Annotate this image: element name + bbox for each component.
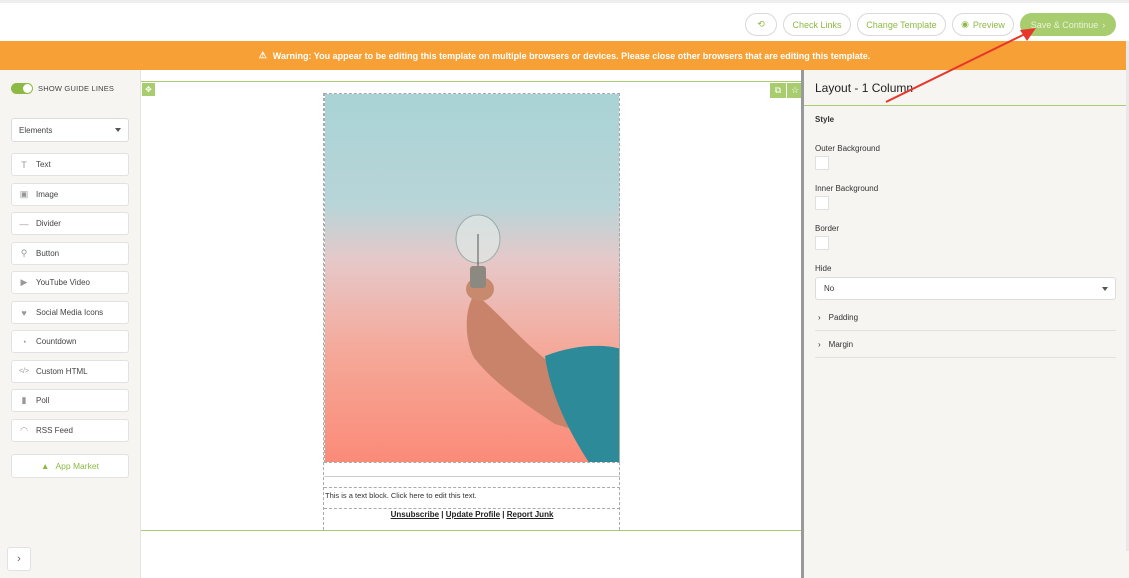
- app-market-button[interactable]: ▲ App Market: [11, 454, 129, 478]
- warning-banner: ⚠ Warning: You appear to be editing this…: [0, 41, 1129, 70]
- guide-lines-label: SHOW GUIDE LINES: [38, 84, 115, 93]
- check-links-button[interactable]: Check Links: [783, 13, 851, 36]
- youtube-icon: ▶: [20, 277, 28, 287]
- section-actions: ⧉ ☆: [769, 83, 803, 98]
- code-icon: </>: [18, 368, 30, 375]
- chevron-down-icon: [115, 128, 121, 132]
- outer-background-label: Outer Background: [815, 144, 880, 153]
- chevron-right-icon: ›: [818, 312, 821, 322]
- preview-button[interactable]: ◉ Preview: [952, 13, 1014, 36]
- style-heading: Style: [815, 115, 835, 124]
- bag-icon: ▲: [41, 461, 50, 471]
- element-youtube-video[interactable]: ▶ YouTube Video: [11, 271, 129, 294]
- element-custom-html[interactable]: </> Custom HTML: [11, 360, 129, 383]
- element-button[interactable]: ⚲ Button: [11, 242, 129, 265]
- element-image[interactable]: ▣ Image: [11, 183, 129, 206]
- element-label: Button: [36, 249, 60, 258]
- chevron-right-icon: ›: [17, 553, 21, 565]
- link-separator: |: [502, 510, 505, 519]
- button-icon: ⚲: [20, 248, 28, 258]
- preview-label: Preview: [972, 19, 1005, 30]
- layout-column: This is a text block. Click here to edit…: [323, 93, 620, 530]
- warning-text: Warning: You appear to be editing this t…: [272, 50, 871, 61]
- border-swatch[interactable]: [815, 236, 829, 250]
- element-poll[interactable]: ▮ Poll: [11, 389, 129, 412]
- report-junk-link[interactable]: Report Junk: [507, 510, 554, 519]
- move-icon[interactable]: ✥: [142, 83, 155, 96]
- element-label: YouTube Video: [36, 278, 90, 287]
- chevron-right-icon: ›: [818, 339, 821, 349]
- change-template-label: Change Template: [866, 19, 937, 30]
- expand-panel-button[interactable]: ›: [7, 547, 31, 571]
- element-label: Custom HTML: [36, 367, 88, 376]
- panel-title: Layout - 1 Column: [815, 81, 914, 95]
- hide-select-value: No: [824, 284, 835, 293]
- element-label: Social Media Icons: [36, 308, 104, 317]
- element-countdown[interactable]: ◔ Countdown: [11, 330, 129, 353]
- properties-panel: Layout - 1 Column Style Outer Background…: [801, 70, 1129, 578]
- arrow-right-icon: ›: [1102, 19, 1106, 30]
- element-social-media-icons[interactable]: ♥ Social Media Icons: [11, 301, 129, 324]
- link-separator: |: [441, 510, 444, 519]
- check-links-label: Check Links: [792, 19, 842, 30]
- element-label: Countdown: [36, 337, 77, 346]
- text-block-content: This is a text block. Click here to edit…: [325, 491, 477, 500]
- inner-background-label: Inner Background: [815, 184, 879, 193]
- heart-icon: ♥: [21, 307, 27, 318]
- image-icon: ▣: [19, 189, 29, 199]
- divider-icon: —: [19, 218, 29, 229]
- margin-label: Margin: [828, 339, 854, 349]
- element-label: Divider: [36, 219, 61, 228]
- element-rss-feed[interactable]: ◠ RSS Feed: [11, 419, 129, 442]
- email-canvas: ✥ ⧉ ☆ This is a text block. Click here t…: [141, 70, 803, 578]
- top-toolbar: ⟲ Check Links Change Template ◉ Preview …: [0, 0, 1129, 41]
- warning-icon: ⚠: [258, 50, 267, 60]
- element-label: Image: [36, 190, 59, 199]
- save-continue-button[interactable]: Save & Continue ›: [1020, 13, 1116, 36]
- chevron-down-icon: [1102, 287, 1108, 291]
- text-block[interactable]: This is a text block. Click here to edit…: [324, 488, 620, 509]
- elements-select-value: Elements: [19, 125, 53, 135]
- element-text[interactable]: T Text: [11, 153, 129, 176]
- save-continue-label: Save & Continue: [1030, 19, 1099, 30]
- element-label: Text: [36, 160, 51, 169]
- inner-background-swatch[interactable]: [815, 196, 829, 210]
- clock-icon: ◔: [21, 336, 27, 347]
- elements-panel: SHOW GUIDE LINES Elements T Text ▣ Image…: [0, 70, 141, 578]
- elements-select[interactable]: Elements: [11, 118, 129, 142]
- title-divider: [804, 105, 1129, 106]
- outer-background-swatch[interactable]: [815, 156, 829, 170]
- poll-icon: ▮: [21, 395, 27, 405]
- element-label: RSS Feed: [36, 426, 73, 435]
- margin-collapse[interactable]: › Margin: [815, 331, 1116, 358]
- hide-label: Hide: [815, 264, 832, 273]
- element-divider[interactable]: — Divider: [11, 212, 129, 235]
- padding-collapse[interactable]: › Padding: [815, 304, 1116, 331]
- divider-block[interactable]: [324, 476, 620, 488]
- copy-icon[interactable]: ⧉: [770, 83, 786, 98]
- footer-links: Unsubscribe | Update Profile | Report Ju…: [324, 510, 620, 519]
- undo-icon: ⟲: [757, 19, 765, 29]
- element-label: Poll: [36, 396, 50, 405]
- eye-icon: ◉: [961, 19, 969, 29]
- change-template-button[interactable]: Change Template: [857, 13, 946, 36]
- update-profile-link[interactable]: Update Profile: [446, 510, 500, 519]
- text-icon: T: [21, 159, 27, 170]
- undo-button[interactable]: ⟲: [745, 13, 777, 36]
- app-market-label: App Market: [55, 461, 99, 471]
- unsubscribe-link[interactable]: Unsubscribe: [391, 510, 439, 519]
- padding-label: Padding: [828, 312, 859, 322]
- lightbulb-photo: [325, 94, 619, 462]
- border-label: Border: [815, 224, 840, 233]
- guide-lines-toggle[interactable]: [11, 83, 33, 94]
- image-block[interactable]: [324, 93, 620, 463]
- hide-select[interactable]: No: [815, 277, 1116, 300]
- rss-icon: ◠: [20, 425, 28, 435]
